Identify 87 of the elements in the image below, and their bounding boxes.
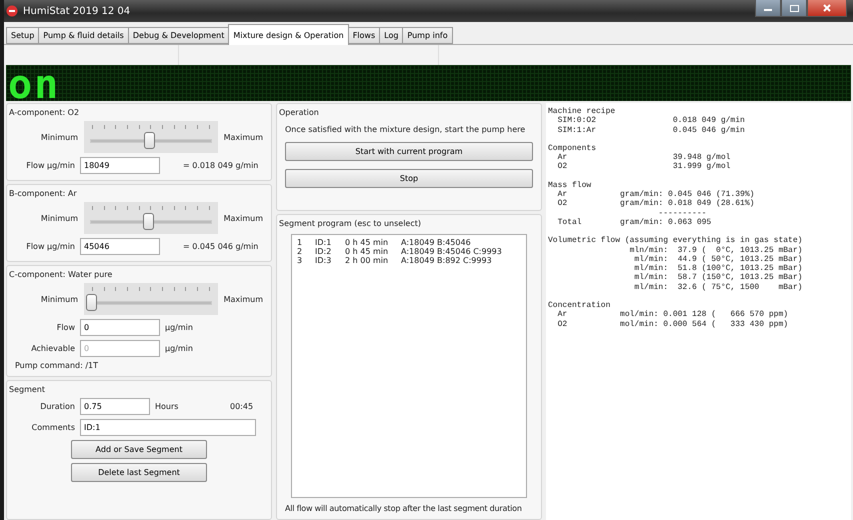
window-title: HumiStat 2019 12 04 (23, 6, 130, 16)
close-icon (823, 4, 831, 12)
tab[interactable]: Debug & Development (128, 27, 230, 44)
row-number: 1 (297, 238, 304, 247)
segment-flows: A:18049 B:45046 C:9993 (401, 247, 503, 256)
tab[interactable]: Setup (6, 27, 40, 44)
row-number: 3 (297, 256, 304, 265)
unit-label: Hours (155, 402, 180, 411)
report-line: ml/min: 32.6 ( 75°C, 1500 mBar) (633, 282, 804, 292)
unit-label: µg/min (165, 344, 193, 353)
flow-field[interactable]: 0 (80, 319, 160, 336)
minimum-label: Minimum (40, 294, 78, 304)
slider-thumb[interactable] (86, 294, 97, 311)
tab[interactable]: Flows (348, 27, 380, 44)
tab[interactable]: Pump & fluid details (38, 27, 129, 44)
report-line: O2 31.999 g/mol (556, 162, 732, 172)
tab[interactable]: Mixture design & Operation (228, 24, 349, 45)
report-line: O2 mol/min: 0.000 564 ( 333 430 ppm) (556, 320, 790, 329)
segment-list[interactable]: 1 ID:1 0 h 45 min A:18049 B:45046 2 ID:2 0 h 45 min A:18049 B:45046 C:9993 3 ID:3 2 h 00 min A:18049 B:892 C:9993 (291, 234, 527, 498)
segment-duration: 0 h 45 min (345, 247, 390, 256)
operation-button[interactable]: Start with current program (285, 142, 533, 161)
group-title: Operation (279, 108, 320, 117)
footer-note: All flow will automatically stop after the last segment duration (285, 504, 523, 513)
report-heading: Concentration (548, 301, 612, 310)
report-line: Ar gram/min: 0.045 046 (71.39%) (556, 190, 756, 200)
segment-id: ID:1 (315, 238, 332, 247)
report-line: ml/min: 58.7 (150°C, 1013.25 mBar) (633, 273, 804, 283)
comments-field[interactable]: ID:1 (80, 419, 256, 436)
duration-time: 00:45 (230, 402, 254, 411)
segment-id: ID:3 (315, 256, 332, 265)
report-line: O2 gram/min: 0.018 049 (28.61%) (556, 199, 756, 209)
group-title: B-component: Ar (9, 189, 78, 198)
minimum-label: Minimum (40, 214, 78, 222)
segment-id: ID:2 (315, 247, 332, 256)
report-heading: Components (548, 144, 598, 154)
field-label: Flow µg/min (25, 161, 75, 170)
maximum-label: Maximum (224, 132, 263, 142)
segment-duration: 2 h 00 min (345, 256, 390, 265)
report-line: Ar mol/min: 0.001 128 ( 666 570 ppm) (556, 310, 790, 320)
minimum-label: Minimum (40, 132, 78, 142)
tab[interactable]: Pump info (402, 27, 453, 44)
maximize-icon (790, 4, 798, 12)
segment-flows: A:18049 B:45046 (401, 238, 472, 247)
segment-duration: 0 h 45 min (345, 238, 390, 247)
close-button[interactable] (807, 0, 847, 17)
group-title: Segment (9, 385, 46, 394)
led-text: on (7, 69, 60, 101)
report-line: Total gram/min: 0.063 095 (556, 218, 712, 228)
maximum-label: Maximum (224, 214, 263, 222)
duration-field[interactable]: 0.75 (80, 398, 150, 415)
segment-flows: A:18049 B:892 C:9993 (401, 256, 493, 265)
segment-button[interactable]: Add or Save Segment (71, 440, 207, 459)
slider-thumb[interactable] (142, 213, 154, 230)
flow-result: = 0.045 046 g/min (183, 242, 258, 251)
report-heading: Mass flow (548, 180, 592, 190)
tab[interactable]: Log (379, 27, 404, 44)
minimize-button[interactable] (755, 0, 781, 17)
group-title: A-component: O2 (9, 108, 80, 117)
segment-button[interactable]: Delete last Segment (71, 463, 207, 482)
row-number: 2 (297, 247, 304, 256)
maximum-label: Maximum (224, 294, 263, 304)
group-title: Segment program (esc to unselect) (279, 219, 422, 228)
maximize-button[interactable] (781, 0, 807, 17)
flow-field[interactable]: 45046 (80, 238, 160, 255)
report-line: ml/min: 44.9 ( 50°C, 1013.25 mBar) (633, 254, 804, 264)
field-label: Flow µg/min (25, 242, 75, 251)
operation-hint: Once satisfied with the mixture design, start the pump here (285, 125, 526, 134)
pump-command: Pump command: /1T (15, 361, 100, 370)
field-label: Duration (39, 402, 75, 411)
report-line: SIM:1:Ar 0.045 046 g/min (556, 126, 746, 135)
unit-label: µg/min (165, 323, 193, 332)
app-icon (6, 5, 18, 17)
group-title: C-component: Water pure (9, 270, 114, 279)
field-label: Comments (30, 423, 75, 432)
flow-field[interactable]: 18049 (80, 157, 160, 174)
flow-result: = 0.018 049 g/min (183, 161, 258, 170)
operation-button[interactable]: Stop (285, 169, 533, 188)
field-label: Achievable (30, 344, 75, 353)
report-heading: Machine recipe (548, 107, 616, 116)
report-line: Ar 39.948 g/mol (556, 153, 732, 162)
report-line: SIM:0:O2 0.018 049 g/min (556, 116, 746, 126)
report-heading: Volumetric flow (assuming everything is in gas state) (548, 236, 804, 246)
field-label: Flow (56, 323, 75, 332)
report-line: ml/min: 51.8 (100°C, 1013.25 mBar) (633, 264, 804, 274)
slider-thumb[interactable] (144, 132, 155, 149)
report-line: ---------- (657, 208, 708, 218)
report-line: mln/min: 37.9 ( 0°C, 1013.25 mBar) (628, 246, 804, 255)
